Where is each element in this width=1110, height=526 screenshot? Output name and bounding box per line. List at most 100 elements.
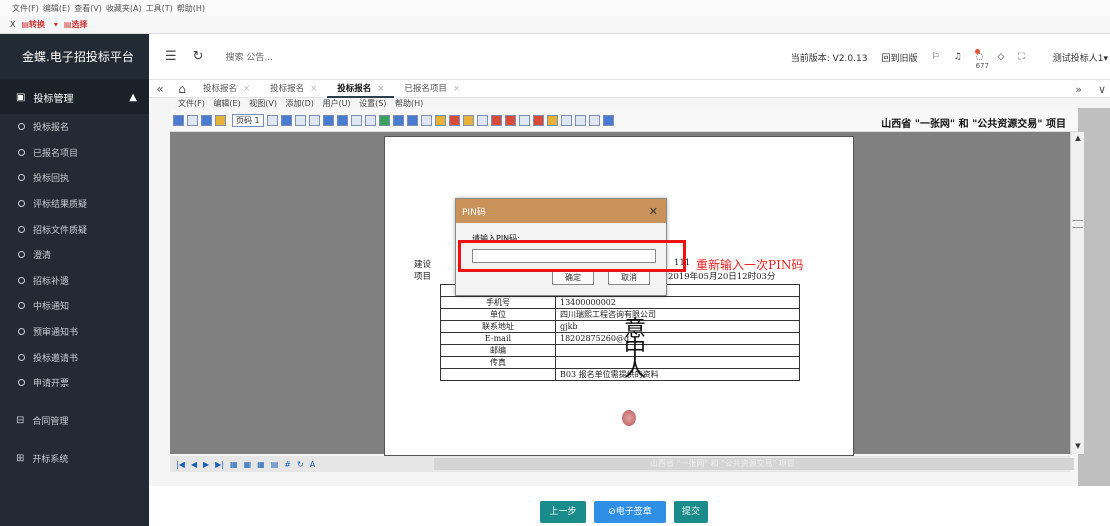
sidebar-item-result-query[interactable]: 评标结果质疑 — [0, 191, 149, 217]
text-icon[interactable]: A — [310, 460, 315, 469]
circle-tool-icon[interactable] — [420, 115, 432, 126]
prev-step-button[interactable]: 上一步 — [540, 501, 586, 523]
search-input[interactable]: 搜索 公告... — [226, 50, 273, 63]
sidebar-item-prequal-notice[interactable]: 预审通知书 — [0, 319, 149, 345]
sidebar-item-bid-register[interactable]: 投标报名 — [0, 114, 149, 140]
tabs-scroll-left-icon[interactable]: « — [149, 82, 171, 96]
note-icon[interactable] — [532, 115, 544, 126]
refresh-icon[interactable]: ↻ — [193, 49, 204, 64]
home-icon[interactable]: ⌂ — [171, 82, 193, 96]
sidebar-item-bid-receipt[interactable]: 投标回执 — [0, 165, 149, 191]
scroll-down-icon[interactable]: ▼ — [1073, 442, 1083, 452]
close-icon[interactable]: × — [453, 84, 460, 94]
grid2-icon[interactable] — [518, 115, 530, 126]
emb-menu-edit[interactable]: 编辑(E) — [213, 99, 240, 108]
fullscreen-icon[interactable]: ⛶ — [1018, 52, 1024, 62]
monitor-icon[interactable] — [308, 115, 320, 126]
tag-icon[interactable]: ◇ — [998, 52, 1005, 62]
binoculars-icon[interactable] — [201, 115, 212, 126]
save-icon[interactable] — [173, 115, 184, 126]
chevron-down-icon[interactable]: ∨ — [1098, 83, 1106, 96]
flag-icon[interactable]: ⚐ — [931, 52, 939, 62]
fit-icon[interactable] — [350, 115, 362, 126]
scroll-grip[interactable] — [1073, 220, 1083, 228]
bookmark-icon[interactable]: ▤ — [271, 460, 279, 469]
print-icon[interactable] — [187, 115, 198, 126]
zoom-in-icon[interactable] — [322, 115, 334, 126]
close-icon[interactable]: × — [243, 84, 250, 94]
emb-menu-view[interactable]: 视图(V) — [249, 99, 277, 108]
grid-view-icon[interactable] — [364, 115, 376, 126]
page-view-icon[interactable]: ▦ — [230, 460, 238, 469]
document-scrollbar[interactable]: ▲ ▼ — [1070, 132, 1084, 454]
close-icon[interactable]: X — [10, 20, 15, 29]
tab-registered-projects[interactable]: 已报名项目 × — [394, 80, 470, 98]
submit-button[interactable]: 提交 — [674, 501, 708, 523]
sidebar-item-award-notice[interactable]: 中标通知 — [0, 293, 149, 319]
sidebar-item-opening[interactable]: ⊞ 开标系统 — [0, 440, 149, 478]
doc-icon[interactable] — [504, 115, 516, 126]
close-icon[interactable]: ✕ — [649, 205, 658, 218]
emb-menu-help[interactable]: 帮助(H) — [395, 99, 423, 108]
user-menu[interactable]: 测试投标人1▾ — [1039, 51, 1108, 64]
emb-menu-settings[interactable]: 设置(S) — [359, 99, 386, 108]
page-select[interactable]: 页码 1 — [232, 114, 264, 127]
expand-icon[interactable] — [378, 115, 390, 126]
tab-bid-register-1[interactable]: 投标报名 × — [193, 80, 260, 98]
ring-icon[interactable] — [574, 115, 586, 126]
select-button[interactable]: ▤选择 — [64, 19, 94, 30]
convert-button[interactable]: ▤转换 ▾ — [21, 19, 57, 30]
sidebar-group-bid-management[interactable]: ▣ 投标管理 ▲ — [0, 80, 149, 114]
nav-last-icon[interactable]: ▶| — [215, 460, 224, 469]
prev-page-icon[interactable] — [266, 115, 278, 126]
nav-next-icon[interactable]: ▶ — [203, 460, 209, 469]
close-icon[interactable]: × — [310, 84, 317, 94]
nav-prev-icon[interactable]: ◀ — [191, 460, 197, 469]
sidebar-item-invoice[interactable]: 申请开票 — [0, 370, 149, 396]
sidebar-item-addendum[interactable]: 招标补遗 — [0, 268, 149, 294]
zoom-out-icon[interactable] — [336, 115, 348, 126]
scroll-up-icon[interactable]: ▲ — [1073, 134, 1083, 144]
comment-icon[interactable] — [546, 115, 558, 126]
sidebar-item-doc-query[interactable]: 招标文件质疑 — [0, 216, 149, 242]
ring2-icon[interactable] — [588, 115, 600, 126]
image-icon[interactable] — [476, 115, 488, 126]
seal-icon[interactable] — [280, 115, 292, 126]
sidebar-item-registered-projects[interactable]: 已报名项目 — [0, 140, 149, 166]
stamp-icon[interactable] — [215, 115, 226, 126]
menu-toggle-icon[interactable]: ☰ — [165, 49, 177, 64]
menu-favorites[interactable]: 收藏夹(A) — [106, 3, 142, 14]
emb-menu-user[interactable]: 用户(U) — [322, 99, 350, 108]
e-signature-button[interactable]: ⊘电子签章 — [594, 501, 666, 523]
tab-bid-register-2[interactable]: 投标报名 × — [260, 80, 327, 98]
menu-help[interactable]: 帮助(H) — [177, 3, 205, 14]
menu-edit[interactable]: 编辑(E) — [43, 3, 70, 14]
page-view2-icon[interactable]: ▦ — [244, 460, 252, 469]
rotate-icon[interactable]: ↻ — [297, 460, 304, 469]
emb-menu-file[interactable]: 文件(F) — [178, 99, 205, 108]
select-tool-icon[interactable] — [434, 115, 446, 126]
close-icon[interactable]: × — [377, 84, 384, 94]
sign-icon[interactable] — [490, 115, 502, 126]
tab-bid-register-active[interactable]: 投标报名 × — [327, 80, 395, 98]
emb-menu-add[interactable]: 添加(D) — [286, 99, 314, 108]
sidebar-item-clarify[interactable]: 澄清 — [0, 242, 149, 268]
notification-bell-icon[interactable]: ♫ 677 — [954, 49, 989, 70]
menu-file[interactable]: 文件(F) — [12, 3, 39, 14]
pen-icon[interactable] — [392, 115, 404, 126]
list-icon[interactable] — [560, 115, 572, 126]
page-view3-icon[interactable]: ▦ — [257, 460, 265, 469]
ok-button[interactable]: 确定 — [552, 271, 594, 285]
back-old-version-link[interactable]: 回到旧版 — [881, 51, 917, 64]
stamp2-icon[interactable] — [462, 115, 474, 126]
sidebar-item-invitation[interactable]: 投标邀请书 — [0, 344, 149, 370]
pen2-icon[interactable] — [406, 115, 418, 126]
highlight-icon[interactable] — [448, 115, 460, 126]
info-icon[interactable] — [602, 115, 614, 126]
view-icon[interactable] — [294, 115, 306, 126]
nav-first-icon[interactable]: |◀ — [176, 460, 185, 469]
menu-tools[interactable]: 工具(T) — [146, 3, 173, 14]
tabs-scroll-right-icon[interactable]: » — [1075, 83, 1082, 96]
menu-view[interactable]: 查看(V) — [74, 3, 102, 14]
grid3-icon[interactable]: # — [284, 460, 291, 469]
